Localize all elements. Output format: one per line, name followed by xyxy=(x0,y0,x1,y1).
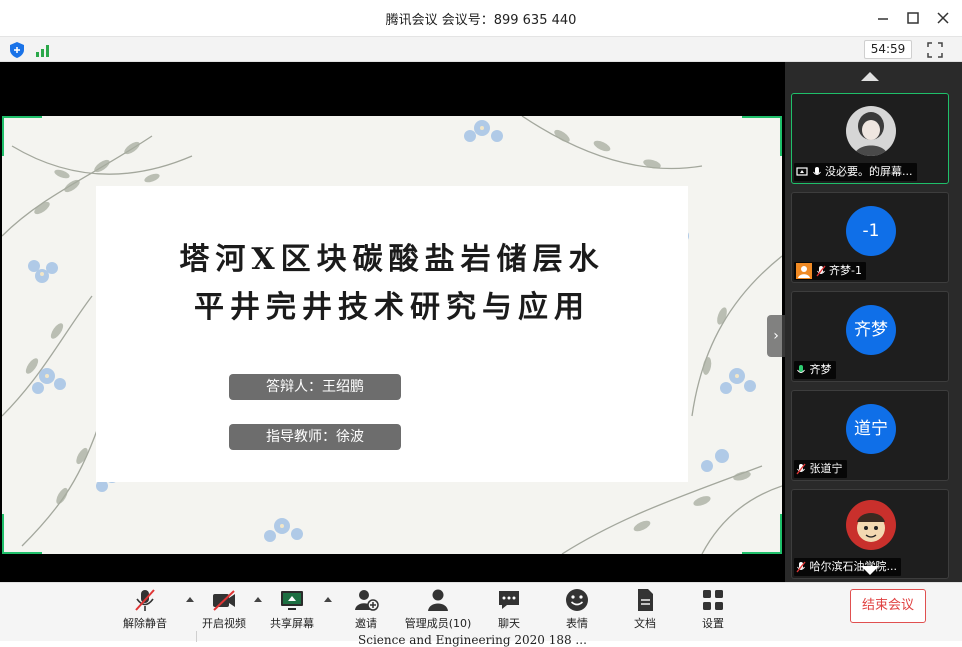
share-screen-label: 共享屏幕 xyxy=(270,617,314,630)
microphone-icon xyxy=(812,167,821,175)
close-icon xyxy=(937,12,949,24)
minimize-button[interactable] xyxy=(873,8,893,28)
add-user-icon xyxy=(355,590,379,611)
participant-name: 齐梦-1 xyxy=(829,264,862,277)
status-bar: 54:59 xyxy=(0,36,962,62)
microphone-muted-icon xyxy=(815,265,826,277)
settings-label: 设置 xyxy=(702,617,724,630)
microphone-muted-icon xyxy=(796,561,806,573)
manage-members-button[interactable]: 管理成员(10) xyxy=(400,587,476,635)
collapse-panel-handle[interactable]: › xyxy=(767,315,785,357)
share-frame-corner xyxy=(742,116,782,156)
documents-label: 文档 xyxy=(634,617,656,630)
user-avatar-icon xyxy=(796,263,812,279)
documents-button[interactable]: 文档 xyxy=(613,587,677,635)
participant-avatar: 道宁 xyxy=(846,404,896,454)
participant-name-label: 没必要。的屏幕... xyxy=(794,163,917,181)
advisor-label: 指导教师：徐波 xyxy=(229,424,401,450)
members-icon xyxy=(428,589,448,611)
scroll-up-icon[interactable] xyxy=(861,72,879,81)
slide-title-line-1: 塔河X区块碳酸盐岩储层水 xyxy=(179,242,605,277)
share-frame-corner xyxy=(2,514,42,554)
start-video-label: 开启视频 xyxy=(202,617,246,630)
participant-tile[interactable]: 齐梦 齐梦 xyxy=(791,291,949,382)
emoji-icon xyxy=(566,589,588,611)
participant-avatar: -1 xyxy=(846,206,896,256)
settings-button[interactable]: 设置 xyxy=(681,587,745,635)
invite-button[interactable]: 邀请 xyxy=(334,587,398,635)
camera-off-icon xyxy=(213,590,235,611)
share-frame-corner xyxy=(2,116,42,156)
scroll-down-icon[interactable] xyxy=(861,566,879,575)
shared-screen: 塔河X区块碳酸盐岩储层水 平井完井技术研究与应用 答辩人：王绍鹏 指导教师：徐波… xyxy=(0,62,785,582)
maximize-button[interactable] xyxy=(903,8,923,28)
close-button[interactable] xyxy=(933,8,953,28)
background-window-text: Science and Engineering 2020 188 ... xyxy=(358,633,587,647)
participant-tile[interactable]: -1 齐梦-1 xyxy=(791,192,949,283)
invite-label: 邀请 xyxy=(355,617,377,630)
manage-members-label: 管理成员(10) xyxy=(404,617,472,630)
chat-label: 聊天 xyxy=(498,617,520,630)
participant-name: 哈尔滨石油学院... xyxy=(809,560,898,573)
slide-title-line-2: 平井完井技术研究与应用 xyxy=(194,290,590,325)
participant-name-label: 齐梦-1 xyxy=(794,262,866,280)
end-meeting-button[interactable]: 结束会议 xyxy=(850,589,926,623)
participant-name-label: 哈尔滨石油学院... xyxy=(794,558,901,576)
participant-avatar: 齐梦 xyxy=(846,305,896,355)
microphone-muted-icon xyxy=(135,589,155,611)
unmute-label: 解除静音 xyxy=(123,617,167,630)
settings-grid-icon xyxy=(703,590,723,610)
participant-avatar xyxy=(846,106,896,156)
chat-bubble-icon xyxy=(499,591,519,609)
maximize-icon xyxy=(907,12,919,24)
unmute-button[interactable]: 解除静音 xyxy=(113,587,177,635)
start-video-button[interactable]: 开启视频 xyxy=(192,587,256,635)
participants-panel: 没必要。的屏幕... -1 齐梦-1 齐梦 齐梦 道宁 张道宁 哈尔滨石油学院.… xyxy=(785,62,962,582)
participant-tile[interactable]: 道宁 张道宁 xyxy=(791,390,949,481)
share-frame-corner xyxy=(742,514,782,554)
presentation-slide: 塔河X区块碳酸盐岩储层水 平井完井技术研究与应用 答辩人：王绍鹏 指导教师：徐波 xyxy=(2,116,782,554)
screen-share-icon xyxy=(281,591,303,610)
participant-name-label: 张道宁 xyxy=(794,460,847,478)
microphone-active-icon xyxy=(797,365,805,373)
meeting-timer: 54:59 xyxy=(864,40,912,59)
window-edge xyxy=(196,631,204,642)
share-screen-button[interactable]: 共享屏幕 xyxy=(260,587,324,635)
window-title: 腾讯会议 会议号：899 635 440 xyxy=(385,13,577,28)
fullscreen-icon[interactable] xyxy=(926,41,944,59)
presenter-label: 答辩人：王绍鹏 xyxy=(229,374,401,400)
reactions-button[interactable]: 表情 xyxy=(545,587,609,635)
reactions-label: 表情 xyxy=(566,617,588,630)
participant-name: 张道宁 xyxy=(809,462,843,475)
microphone-muted-icon xyxy=(796,463,806,475)
meeting-toolbar: 解除静音 开启视频 共享屏幕 邀请 管理成员(10) 聊天 表情 文档 设置 结… xyxy=(0,582,962,647)
minimize-icon xyxy=(878,18,888,20)
screen-share-icon xyxy=(796,167,808,176)
participant-tile[interactable]: 没必要。的屏幕... xyxy=(791,93,949,184)
share-options-caret-icon[interactable] xyxy=(324,597,332,602)
network-signal-icon[interactable] xyxy=(36,43,52,57)
participant-name: 没必要。的屏幕... xyxy=(825,165,913,178)
participant-name: 齐梦 xyxy=(809,363,832,376)
document-icon xyxy=(638,589,653,611)
participant-name-label: 齐梦 xyxy=(794,361,836,379)
participant-avatar xyxy=(846,500,896,550)
security-shield-icon[interactable] xyxy=(10,42,24,58)
chat-button[interactable]: 聊天 xyxy=(477,587,541,635)
chevron-right-icon: › xyxy=(773,328,779,344)
title-bar: 腾讯会议 会议号：899 635 440 xyxy=(0,0,962,36)
